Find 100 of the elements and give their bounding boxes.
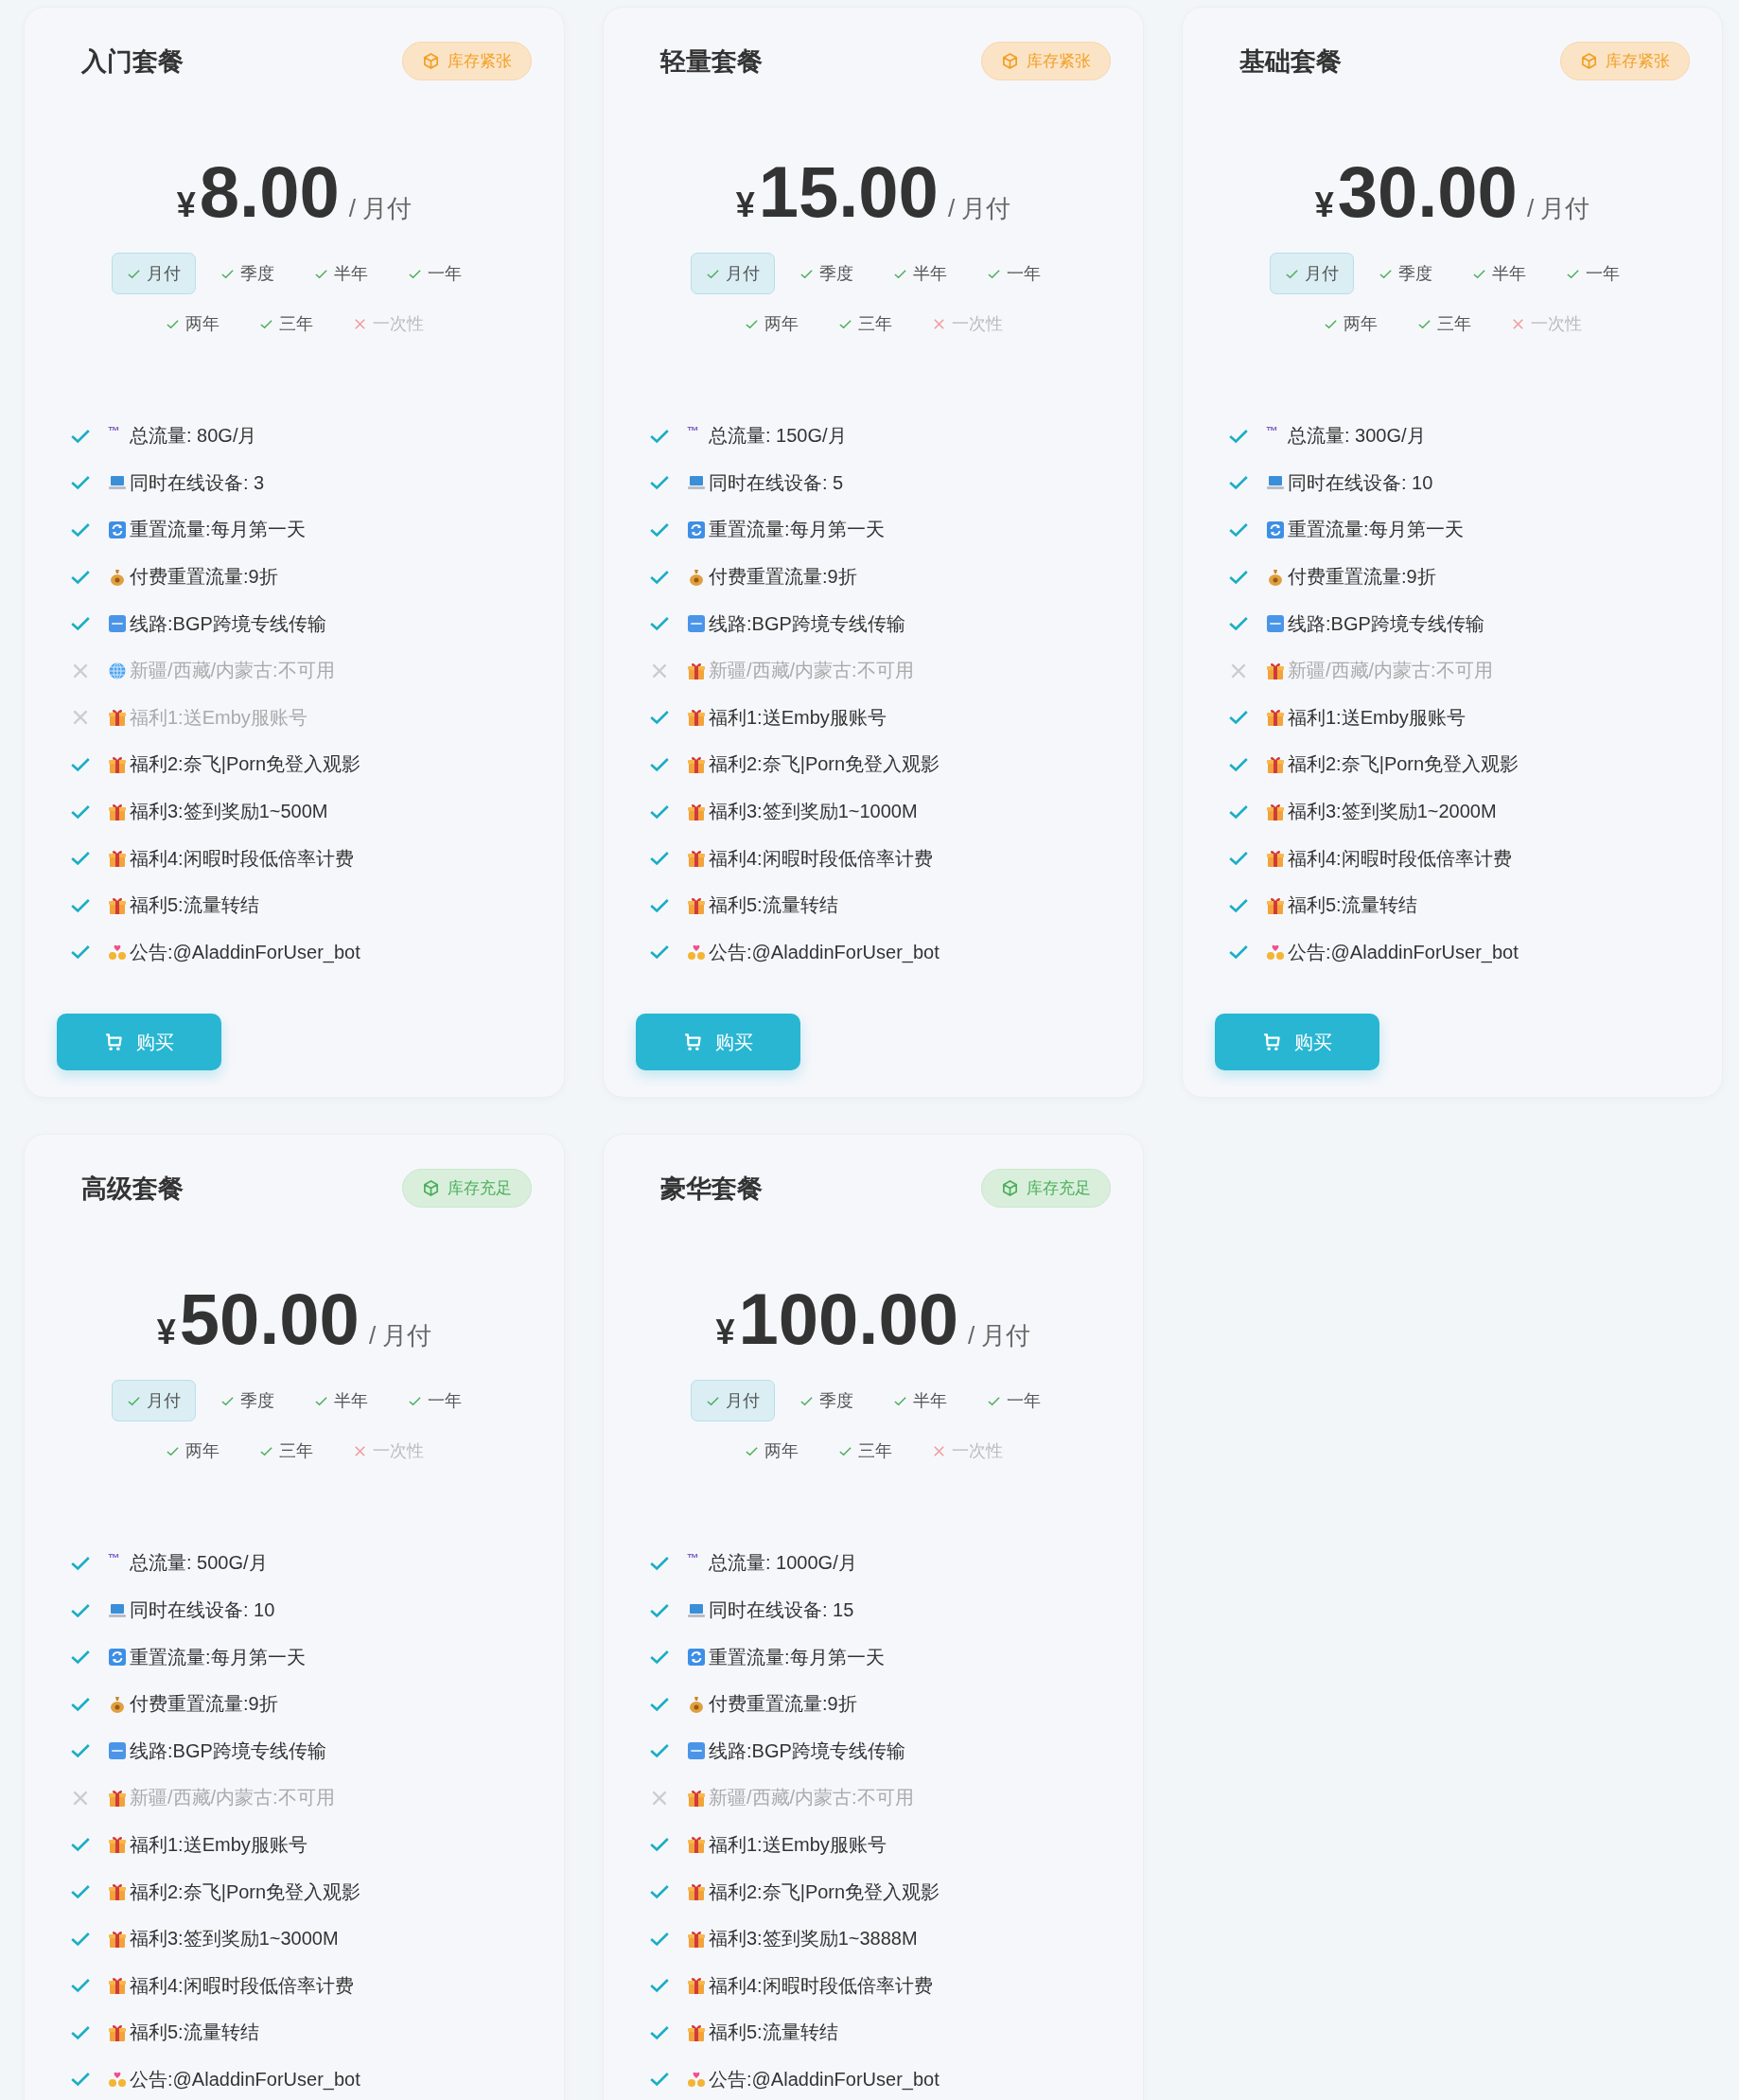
feature-text: 总流量: 300G/月 (1288, 424, 1426, 449)
stock-badge: 库存紧张 (981, 42, 1111, 80)
feature-text: 福利3:签到奖励1~3888M (709, 1927, 918, 1951)
feature-text: 福利3:签到奖励1~3000M (130, 1927, 339, 1951)
gift-icon (687, 2022, 706, 2042)
trademark-symbol: ™ (687, 1551, 700, 1566)
billing-cycle-option[interactable]: 半年 (878, 253, 962, 294)
billing-cycle-option[interactable]: 半年 (878, 1380, 962, 1422)
feature-text: 同时在线设备: 5 (709, 470, 844, 495)
billing-cycle-option[interactable]: 一年 (393, 1380, 477, 1422)
feature-text: 重置流量:每月第一天 (130, 518, 306, 542)
couple-heart-icon (108, 2070, 127, 2090)
cross-icon (931, 1443, 946, 1458)
billing-cycle-option[interactable]: 两年 (729, 303, 814, 344)
gift-icon (687, 708, 706, 728)
billing-cycle-option[interactable]: 季度 (1363, 253, 1448, 294)
feature-text: 总流量: 80G/月 (130, 424, 257, 449)
cart-icon (104, 1032, 125, 1053)
billing-cycle-option[interactable]: 两年 (1308, 303, 1393, 344)
feature-text: 福利2:奈飞|Porn免登入观影 (709, 752, 940, 777)
feature-text: 同时在线设备: 10 (130, 1598, 275, 1622)
feature-text: 福利2:奈飞|Porn免登入观影 (1288, 752, 1519, 777)
billing-cycle-option[interactable]: 三年 (243, 303, 328, 344)
couple-heart-icon (108, 943, 127, 962)
cross-icon (352, 316, 367, 331)
gift-icon (108, 708, 127, 728)
feature-text: 付费重置流量:9折 (130, 565, 278, 590)
feature-text: 福利1:送Emby服账号 (709, 705, 887, 730)
billing-cycle-option[interactable]: 月付 (691, 253, 775, 294)
gift-icon (1266, 895, 1285, 915)
feature-text: 新疆/西藏/内蒙古:不可用 (130, 1786, 335, 1810)
billing-cycle-option[interactable]: 半年 (299, 1380, 383, 1422)
feature-text: 福利5:流量转结 (709, 893, 838, 918)
billing-period: / 月付 (368, 1320, 432, 1352)
feature-text: 重置流量:每月第一天 (1288, 518, 1464, 542)
feature-text: 线路:BGP跨境专线传输 (709, 1738, 905, 1763)
feature-text: 福利2:奈飞|Porn免登入观影 (130, 1879, 361, 1904)
tile-icon (687, 614, 706, 634)
globe-icon (108, 661, 127, 680)
cross-icon (352, 1443, 367, 1458)
feature-text: 重置流量:每月第一天 (709, 518, 885, 542)
cart-icon (683, 1032, 704, 1053)
gift-icon (1266, 661, 1285, 680)
couple-heart-icon (687, 943, 706, 962)
price-amount: 15.00 (758, 156, 939, 228)
billing-cycle-option[interactable]: 一年 (972, 253, 1056, 294)
gift-icon (108, 754, 127, 774)
billing-cycle-option[interactable]: 一年 (1551, 253, 1635, 294)
billing-cycle-option[interactable]: 两年 (729, 1430, 814, 1473)
feature-text: 福利5:流量转结 (709, 2021, 838, 2045)
billing-cycle-option[interactable]: 一年 (393, 253, 477, 294)
billing-cycle-option[interactable]: 月付 (112, 253, 196, 294)
money-bag-icon (1266, 567, 1285, 587)
refresh-icon (108, 1648, 127, 1668)
billing-period: / 月付 (968, 1320, 1031, 1352)
feature-text: 福利1:送Emby服账号 (709, 1833, 887, 1857)
trademark-symbol: ™ (1266, 424, 1279, 438)
billing-cycle-option[interactable]: 月付 (1270, 253, 1354, 294)
trademark-symbol: ™ (108, 1551, 121, 1566)
gift-icon (108, 1929, 127, 1949)
currency-sign: ¥ (1314, 185, 1334, 225)
feature-text: 福利3:签到奖励1~2000M (1288, 800, 1497, 824)
stock-badge: 库存紧张 (1560, 42, 1690, 80)
billing-cycle-option[interactable]: 季度 (205, 253, 290, 294)
price-amount: 30.00 (1337, 156, 1518, 228)
billing-cycle-option[interactable]: 月付 (112, 1380, 196, 1422)
billing-cycle-option[interactable]: 季度 (784, 253, 869, 294)
billing-cycle-option[interactable]: 季度 (784, 1380, 869, 1422)
price-amount: 50.00 (179, 1283, 360, 1356)
billing-cycle-option[interactable]: 三年 (822, 1430, 907, 1473)
stock-badge: 库存充足 (981, 1169, 1111, 1209)
feature-text: 福利4:闲暇时段低倍率计费 (709, 846, 933, 871)
plan-title: 豪华套餐 (660, 1173, 763, 1205)
tile-icon (108, 1741, 127, 1761)
cross-icon (931, 316, 946, 331)
billing-cycle-option[interactable]: 月付 (691, 1380, 775, 1422)
billing-cycle-option[interactable]: 两年 (149, 1430, 235, 1473)
feature-text: 福利3:签到奖励1~1000M (709, 800, 918, 824)
billing-cycle-option[interactable]: 一年 (972, 1380, 1056, 1422)
couple-heart-icon (1266, 943, 1285, 962)
billing-cycle-option[interactable]: 半年 (1457, 253, 1541, 294)
gift-icon (108, 1835, 127, 1855)
feature-text: 福利2:奈飞|Porn免登入观影 (130, 752, 361, 777)
feature-text: 公告:@AladdinForUser_bot (709, 940, 940, 965)
feature-text: 公告:@AladdinForUser_bot (130, 940, 360, 965)
billing-cycle-option[interactable]: 三年 (1401, 303, 1486, 344)
plan-title: 轻量套餐 (660, 45, 763, 78)
billing-cycle-option[interactable]: 两年 (149, 303, 235, 344)
billing-cycle-option[interactable]: 三年 (822, 303, 907, 344)
trademark-symbol: ™ (687, 424, 700, 438)
feature-text: 福利3:签到奖励1~500M (130, 800, 328, 824)
billing-cycle-option[interactable]: 半年 (299, 253, 383, 294)
gift-icon (108, 1788, 127, 1808)
box-icon (1001, 52, 1019, 70)
billing-period: / 月付 (348, 193, 413, 224)
feature-text: 线路:BGP跨境专线传输 (1288, 611, 1484, 636)
billing-cycle-option[interactable]: 三年 (243, 1430, 328, 1473)
billing-cycle-option[interactable]: 季度 (205, 1380, 290, 1422)
currency-sign: ¥ (176, 185, 196, 225)
plan-title: 入门套餐 (81, 45, 184, 78)
